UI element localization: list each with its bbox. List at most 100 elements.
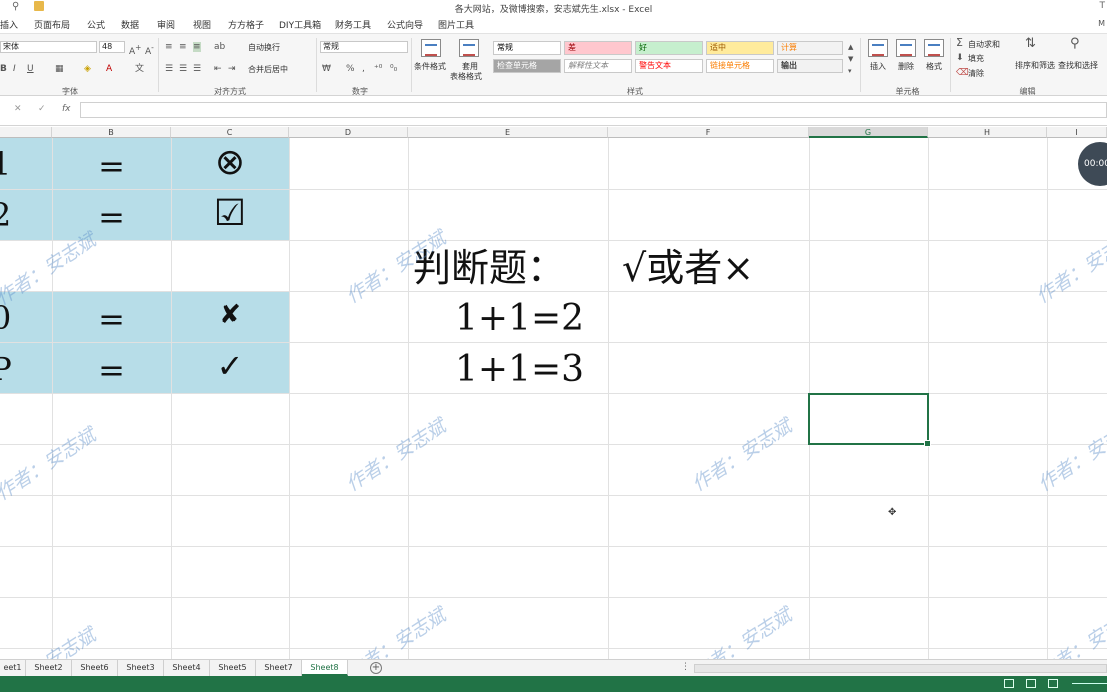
sheet-tab-5[interactable]: Sheet5 [210, 660, 256, 676]
tab-picture-tools[interactable]: 图片工具 [438, 18, 474, 31]
fill-down-icon[interactable]: ⬇ [956, 53, 964, 63]
column-header-f[interactable]: F [608, 127, 809, 138]
fill-color-icon[interactable]: ◈ [84, 64, 91, 74]
tab-page-layout[interactable]: 页面布局 [34, 18, 70, 31]
styles-scroll-up-icon[interactable]: ▲ [848, 42, 853, 52]
normal-view-icon[interactable] [1004, 679, 1014, 688]
worksheet-grid[interactable]: 1 2 0 P = = = = ⊗ ☑ ✘ ✓ 判断题： √或者× 1+1=2 … [0, 138, 1107, 659]
percent-icon[interactable]: % [346, 64, 355, 74]
find-select-button[interactable]: 查找和选择 [1058, 61, 1098, 71]
find-icon[interactable]: ⚲ [1070, 37, 1080, 50]
decrease-indent-icon[interactable]: ⇤ [214, 64, 222, 74]
column-header-g[interactable]: G [809, 127, 928, 138]
style-warning[interactable]: 警告文本 [635, 59, 703, 73]
sheet-tab-1[interactable]: eet1 [0, 660, 26, 676]
sheet-tab-4[interactable]: Sheet4 [164, 660, 210, 676]
name-box[interactable] [0, 104, 6, 118]
border-icon[interactable]: ▦ [55, 64, 64, 74]
delete-cells-icon[interactable] [896, 39, 916, 57]
align-right-icon[interactable]: ☰ [193, 64, 201, 74]
column-header-a[interactable] [0, 127, 52, 138]
currency-icon[interactable]: ₩ [322, 64, 331, 74]
underline-icon[interactable]: U [27, 64, 34, 74]
styles-more-icon[interactable]: ▾ [848, 66, 852, 76]
autosum-button[interactable]: 自动求和 [968, 40, 1000, 50]
style-explanatory[interactable]: 解释性文本 [564, 59, 632, 73]
style-output[interactable]: 输出 [777, 59, 843, 73]
tab-formulas[interactable]: 公式 [87, 18, 105, 31]
align-top-icon[interactable]: ≡ [165, 42, 173, 52]
style-linked-cell[interactable]: 链接单元格 [706, 59, 774, 73]
style-calculation[interactable]: 计算 [777, 41, 843, 55]
insert-cells-icon[interactable] [868, 39, 888, 57]
font-color-icon[interactable]: A [106, 64, 112, 74]
sheet-tab-6[interactable]: Sheet6 [72, 660, 118, 676]
style-normal[interactable]: 常规 [493, 41, 561, 55]
page-layout-view-icon[interactable] [1026, 679, 1036, 688]
italic-icon[interactable]: I [13, 64, 16, 74]
align-left-icon[interactable]: ☰ [165, 64, 173, 74]
merge-center-button[interactable]: 合并后居中 [248, 65, 288, 75]
tab-finance[interactable]: 财务工具 [335, 18, 371, 31]
comma-icon[interactable]: , [362, 64, 365, 74]
insert-function-icon[interactable]: fx [62, 104, 71, 114]
tab-formula-wizard[interactable]: 公式向导 [387, 18, 423, 31]
phonetic-icon[interactable]: 文 [135, 64, 144, 74]
format-cells-icon[interactable] [924, 39, 944, 57]
conditional-format-icon[interactable] [421, 39, 441, 57]
increase-font-icon[interactable]: A+ [129, 43, 141, 57]
cancel-icon[interactable]: ✕ [14, 104, 22, 114]
zoom-slider[interactable] [1072, 683, 1107, 684]
table-format-icon[interactable] [459, 39, 479, 57]
column-header-h[interactable]: H [928, 127, 1047, 138]
wrap-text-button[interactable]: 自动换行 [248, 43, 280, 53]
table-format-button-line1[interactable]: 套用 [462, 62, 478, 72]
sort-filter-button[interactable]: 排序和筛选 [1015, 61, 1055, 71]
sheet-tab-8[interactable]: Sheet8 [302, 660, 348, 676]
horizontal-scrollbar[interactable] [694, 664, 1107, 673]
font-size-select[interactable]: 48 [99, 41, 125, 53]
tab-scroll-dots-icon[interactable]: ⋮ [681, 662, 690, 672]
increase-decimal-icon[interactable]: ⁺⁰ [374, 64, 382, 74]
clear-icon[interactable]: ⌫ [956, 68, 969, 78]
orientation-icon[interactable]: ab [214, 42, 225, 52]
style-check-cell[interactable]: 检查单元格 [493, 59, 561, 73]
tab-view[interactable]: 视图 [193, 18, 211, 31]
number-format-select[interactable]: 常规 [320, 41, 408, 53]
align-middle-icon[interactable]: ≡ [179, 42, 187, 52]
column-header-b[interactable]: B [52, 127, 171, 138]
delete-cells-button[interactable]: 删除 [898, 62, 914, 72]
tab-diy[interactable]: DIY工具箱 [279, 18, 321, 31]
tab-data[interactable]: 数据 [121, 18, 139, 31]
tab-fangfang[interactable]: 方方格子 [228, 18, 264, 31]
decrease-decimal-icon[interactable]: ⁰₀ [390, 64, 397, 74]
column-header-d[interactable]: D [289, 127, 408, 138]
column-header-e[interactable]: E [408, 127, 608, 138]
sheet-tab-7[interactable]: Sheet7 [256, 660, 302, 676]
clear-button[interactable]: 清除 [968, 69, 984, 79]
table-format-button-line2[interactable]: 表格格式 [450, 72, 482, 82]
style-good[interactable]: 好 [635, 41, 703, 55]
align-center-icon[interactable]: ☰ [179, 64, 187, 74]
fill-button[interactable]: 填充 [968, 54, 984, 64]
increase-indent-icon[interactable]: ⇥ [228, 64, 236, 74]
align-bottom-icon[interactable]: ≡ [193, 42, 201, 52]
bold-icon[interactable]: B [0, 64, 7, 74]
conditional-format-button[interactable]: 条件格式 [414, 62, 446, 72]
font-name-select[interactable]: 宋体 [0, 41, 97, 53]
style-neutral[interactable]: 适中 [706, 41, 774, 55]
add-sheet-icon[interactable]: + [370, 662, 382, 674]
decrease-font-icon[interactable]: A- [145, 43, 154, 57]
autosum-icon[interactable]: Σ [956, 37, 963, 48]
tab-insert[interactable]: 插入 [0, 18, 18, 31]
styles-scroll-down-icon[interactable]: ▼ [848, 54, 853, 64]
style-bad[interactable]: 差 [564, 41, 632, 55]
column-header-c[interactable]: C [171, 127, 289, 138]
tab-review[interactable]: 审阅 [157, 18, 175, 31]
sheet-tab-2[interactable]: Sheet2 [26, 660, 72, 676]
active-cell-g6[interactable] [808, 393, 931, 447]
formula-input[interactable] [80, 102, 1107, 118]
column-header-i[interactable]: I [1047, 127, 1107, 138]
page-break-view-icon[interactable] [1048, 679, 1058, 688]
sort-filter-icon[interactable]: ⇅ [1025, 37, 1036, 50]
